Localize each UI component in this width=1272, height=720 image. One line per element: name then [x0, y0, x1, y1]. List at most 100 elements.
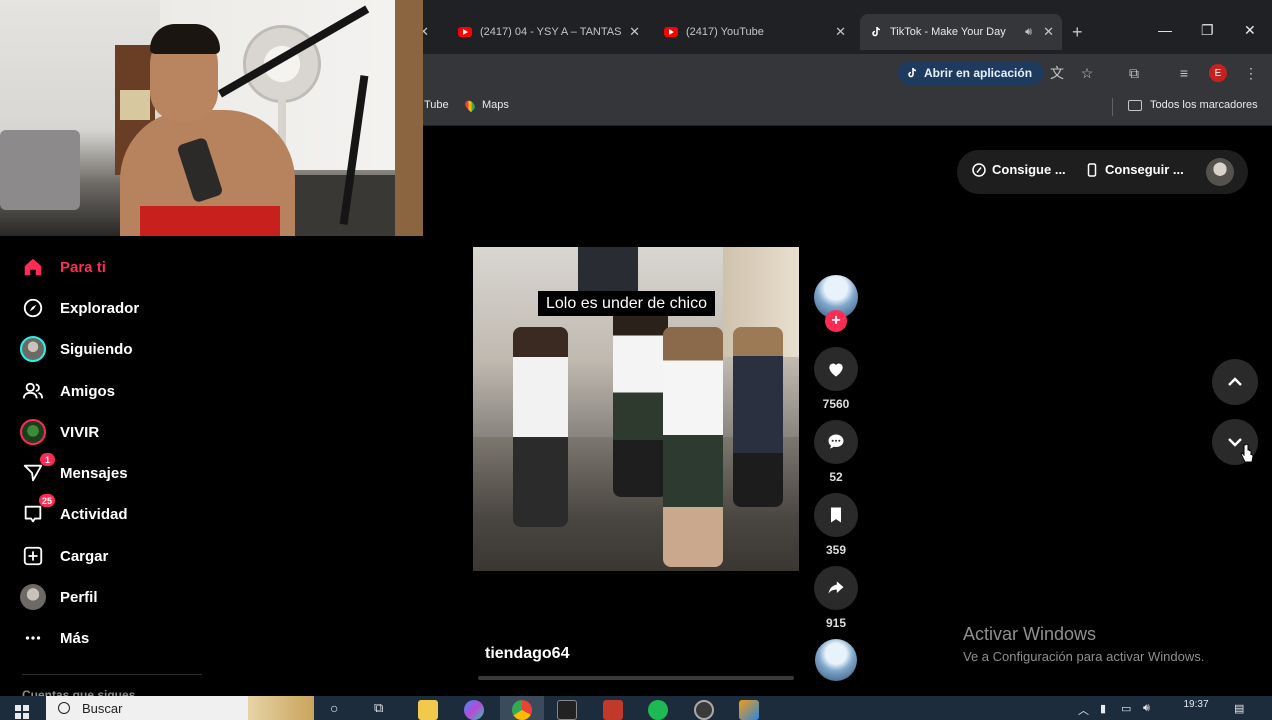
bookmark-icon: [831, 507, 841, 523]
obs-icon[interactable]: [694, 700, 714, 720]
tab-close-partial[interactable]: ✕: [418, 14, 429, 50]
task-view-icon[interactable]: ⧉: [374, 700, 383, 716]
nav-mensajes[interactable]: 1 Mensajes: [20, 453, 128, 488]
app-icon[interactable]: [603, 700, 623, 720]
nav-label: Cargar: [60, 547, 109, 565]
like-button[interactable]: [814, 347, 858, 391]
save-count: 359: [825, 543, 847, 557]
pill-label: Consigue ...: [992, 162, 1066, 177]
minimize-button[interactable]: —: [1158, 22, 1172, 38]
spotify-icon[interactable]: [648, 700, 668, 720]
save-button[interactable]: [814, 493, 858, 537]
open-in-app-label: Abrir en aplicación: [924, 66, 1033, 80]
tab-title: (2417) 04 - YSY A – TANTAS: [480, 26, 622, 38]
heart-icon: [829, 363, 843, 377]
nav-para-ti[interactable]: Para ti: [20, 252, 106, 282]
extensions-icon[interactable]: ⧉: [1123, 62, 1145, 84]
nav-mas[interactable]: Más: [20, 623, 89, 653]
compass-icon: [20, 295, 46, 321]
nav-vivir[interactable]: VIVIR: [20, 417, 99, 447]
profile-avatar[interactable]: E: [1209, 64, 1227, 82]
video-author[interactable]: tiendago64: [485, 645, 569, 663]
windows-start-icon[interactable]: [15, 705, 29, 719]
nav-label: Amigos: [60, 382, 116, 400]
video-progress-bar[interactable]: [478, 676, 794, 680]
follow-button[interactable]: +: [825, 310, 847, 332]
open-in-app-button[interactable]: Abrir en aplicación: [898, 61, 1045, 85]
bookmarks-divider: [1112, 98, 1113, 116]
folder-icon: [1128, 99, 1142, 111]
nav-label: Mensajes: [60, 464, 128, 482]
search-icon: [58, 702, 70, 714]
more-icon: [20, 625, 46, 651]
share-count: 915: [825, 616, 847, 630]
speaker-icon[interactable]: 🔊︎: [1025, 26, 1032, 39]
close-icon[interactable]: ✕: [835, 24, 846, 40]
nav-actividad[interactable]: 25 Actividad: [20, 494, 128, 529]
get-coins-button[interactable]: Consigue ...: [972, 162, 1066, 177]
tab-ysy-a[interactable]: (2417) 04 - YSY A – TANTAS ✕: [448, 14, 648, 50]
like-count: 7560: [822, 397, 850, 411]
tab-youtube[interactable]: (2417) YouTube ✕: [654, 14, 854, 50]
activity-icon: 25: [20, 494, 55, 527]
all-bookmarks[interactable]: Todos los marcadores: [1128, 99, 1258, 111]
tab-tiktok[interactable]: TikTok - Make Your Day 🔊︎ ✕: [860, 14, 1062, 50]
epic-games-icon[interactable]: [557, 700, 577, 720]
nav-perfil[interactable]: Perfil: [20, 582, 98, 612]
file-explorer-icon[interactable]: [418, 700, 438, 720]
notifications-icon[interactable]: ▤: [1234, 702, 1244, 715]
friends-icon: [20, 378, 46, 404]
pill-label: Conseguir ...: [1105, 162, 1184, 177]
user-avatar[interactable]: [1206, 158, 1234, 186]
close-icon[interactable]: ✕: [1043, 24, 1054, 40]
notification-badge: 25: [38, 494, 55, 507]
nav-label: VIVIR: [60, 423, 100, 441]
network-icon[interactable]: ▭: [1121, 702, 1131, 715]
live-avatar: [20, 419, 46, 445]
webcam-overlay: [0, 0, 423, 236]
taskbar-clock[interactable]: 19:37: [1176, 699, 1216, 710]
taskbar-search[interactable]: Buscar: [46, 696, 314, 720]
previous-video-button[interactable]: [1212, 359, 1258, 405]
star-icon[interactable]: ☆: [1076, 62, 1098, 84]
media-control-icon[interactable]: ≡: [1173, 62, 1195, 84]
get-app-button[interactable]: Conseguir ...: [1085, 162, 1184, 177]
mouse-cursor-icon: [1240, 444, 1254, 463]
chrome-icon[interactable]: [512, 700, 532, 720]
copilot-icon[interactable]: [464, 700, 484, 720]
nav-amigos[interactable]: Amigos: [20, 376, 115, 406]
volume-icon[interactable]: 🔊︎: [1143, 702, 1150, 715]
nav-explorador[interactable]: Explorador: [20, 293, 139, 323]
following-avatar: [20, 336, 46, 362]
search-placeholder: Buscar: [82, 700, 123, 716]
bookmark-label: Tube: [424, 99, 449, 111]
translate-icon[interactable]: 文: [1046, 62, 1068, 84]
video-caption: Lolo es under de chico: [538, 291, 715, 316]
upload-icon: [20, 543, 46, 569]
messages-icon: 1: [20, 453, 55, 486]
bookmark-label: Maps: [482, 99, 509, 111]
bookmark-label: Todos los marcadores: [1150, 99, 1258, 111]
app-icon[interactable]: [739, 700, 759, 720]
window-close-button[interactable]: ✕: [1244, 22, 1256, 39]
nav-siguiendo[interactable]: Siguiendo: [20, 334, 133, 364]
chevron-up-icon[interactable]: ︿: [1078, 702, 1089, 718]
microphone-icon[interactable]: ▮: [1100, 702, 1106, 715]
chevron-up-icon: [1228, 377, 1242, 386]
comment-button[interactable]: [814, 420, 858, 464]
bookmark-youtube[interactable]: Tube: [424, 99, 449, 111]
cortana-icon[interactable]: ○: [330, 700, 338, 716]
new-tab-button[interactable]: +: [1072, 22, 1083, 43]
youtube-icon: [458, 27, 472, 37]
nav-cargar[interactable]: Cargar: [20, 541, 108, 571]
close-icon[interactable]: ✕: [629, 24, 640, 40]
nav-label: Siguiendo: [60, 340, 133, 358]
maps-icon: [463, 98, 477, 112]
windows-activation-watermark: Activar Windows Ve a Configuración para …: [963, 624, 1204, 664]
restore-button[interactable]: ❐: [1201, 22, 1214, 39]
music-disc[interactable]: [815, 639, 857, 681]
menu-icon[interactable]: ⋮: [1240, 62, 1262, 84]
bookmark-maps[interactable]: Maps: [463, 98, 509, 112]
share-button[interactable]: [814, 566, 858, 610]
profile-avatar: [20, 584, 46, 610]
